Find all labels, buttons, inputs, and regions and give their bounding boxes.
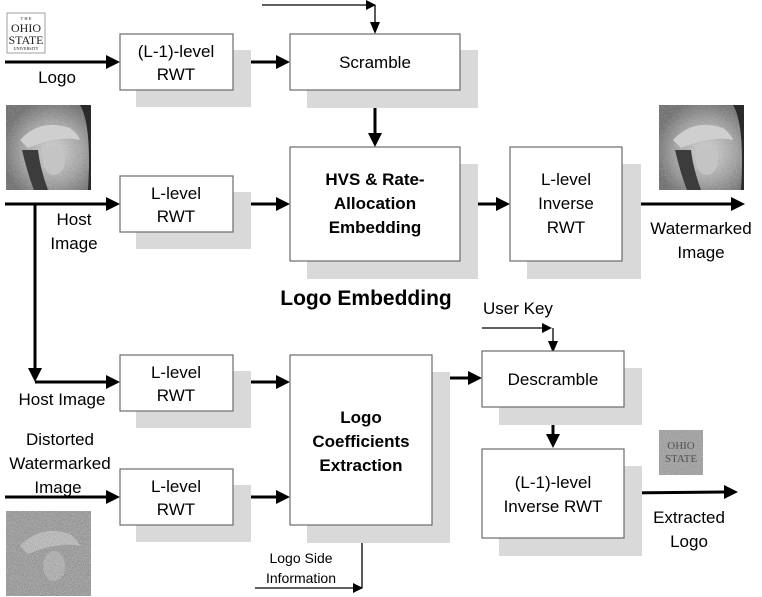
block-extract-host-rwt: L-level RWT: [119, 354, 251, 428]
distorted-input-label-line2: Watermarked: [9, 454, 110, 473]
distorted-input-label-line1: Distorted: [26, 430, 94, 449]
block-extract-host-rwt-line2: RWT: [157, 386, 195, 405]
block-hvs-line2: Allocation: [334, 194, 416, 213]
block-hvs-line1: HVS & Rate-: [325, 170, 424, 189]
block-logo-rwt-line2: RWT: [157, 65, 195, 84]
block-extract-inverse-rwt-line2: Inverse RWT: [504, 497, 603, 516]
block-extract-host-rwt-line1: L-level: [151, 363, 201, 382]
host-input-label-line1: Host: [57, 210, 92, 229]
distorted-image-thumbnail: [6, 511, 91, 596]
logo-line-university: UNIVERSITY: [13, 46, 38, 51]
extract-host-input-label: Host Image: [19, 390, 106, 409]
distorted-input-label-line3: Image: [34, 478, 81, 497]
block-logo-rwt: (L-1)-level RWT: [119, 33, 251, 107]
block-hvs-line3: Embedding: [329, 218, 422, 237]
arrow-host-to-host-rwt: [5, 197, 120, 211]
arrow-host-branch-down: [28, 204, 120, 389]
arrow-logo-to-logo-rwt: [5, 55, 120, 69]
block-logo-rwt-line1: (L-1)-level: [138, 42, 215, 61]
extracted-logo-label-line1: Extracted: [653, 508, 725, 527]
block-inverse-rwt: L-level Inverse RWT: [509, 146, 641, 279]
block-distorted-rwt-line1: L-level: [151, 477, 201, 496]
block-descramble-label: Descramble: [508, 370, 599, 389]
block-coeff-extraction: Logo Coefficients Extraction: [289, 354, 450, 543]
arrow-key-to-scramble: [262, 0, 380, 34]
block-inverse-rwt-line1: L-level: [541, 170, 591, 189]
watermarked-output-label-line2: Image: [677, 243, 724, 262]
block-coeff-line3: Extraction: [319, 456, 402, 475]
block-coeff-line1: Logo: [340, 408, 382, 427]
block-distorted-rwt-line2: RWT: [157, 500, 195, 519]
block-inverse-rwt-line3: RWT: [547, 218, 585, 237]
user-key-label: User Key: [483, 299, 553, 318]
logo-input-label: Logo: [38, 68, 76, 87]
block-scramble-label: Scramble: [339, 53, 411, 72]
arrow-user-key-to-descramble: [482, 323, 558, 353]
logo-line-state: STATE: [8, 33, 43, 47]
watermarking-block-diagram: (L-1)-level RWT Scramble L-level RWT HVS…: [5, 0, 752, 596]
block-scramble: Scramble: [289, 33, 478, 108]
ohio-state-logo-image: T H E OHIO STATE UNIVERSITY: [6, 12, 46, 54]
block-descramble: Descramble: [481, 350, 642, 425]
side-info-label-line2: Information: [266, 570, 336, 586]
block-host-rwt: L-level RWT: [119, 175, 251, 249]
block-host-rwt-line2: RWT: [157, 207, 195, 226]
side-info-label-line1: Logo Side: [269, 550, 332, 566]
watermarked-output-label-line1: Watermarked: [650, 219, 751, 238]
extracted-logo-thumbnail: OHIO STATE: [659, 430, 703, 475]
block-hvs-embedding: HVS & Rate- Allocation Embedding: [289, 146, 478, 279]
block-distorted-rwt: L-level RWT: [119, 468, 251, 542]
host-image-thumbnail: [6, 105, 91, 190]
block-inverse-rwt-line2: Inverse: [538, 194, 594, 213]
block-extract-inverse-rwt: (L-1)-level Inverse RWT: [481, 448, 642, 556]
block-host-rwt-line1: L-level: [151, 184, 201, 203]
extracted-logo-label-line2: Logo: [670, 532, 708, 551]
block-coeff-line2: Coefficients: [312, 432, 409, 451]
host-input-label-line2: Image: [50, 234, 97, 253]
section-title-logo-embedding: Logo Embedding: [280, 287, 451, 310]
block-extract-inverse-rwt-line1: (L-1)-level: [515, 473, 592, 492]
watermarked-image-thumbnail: [659, 105, 744, 190]
